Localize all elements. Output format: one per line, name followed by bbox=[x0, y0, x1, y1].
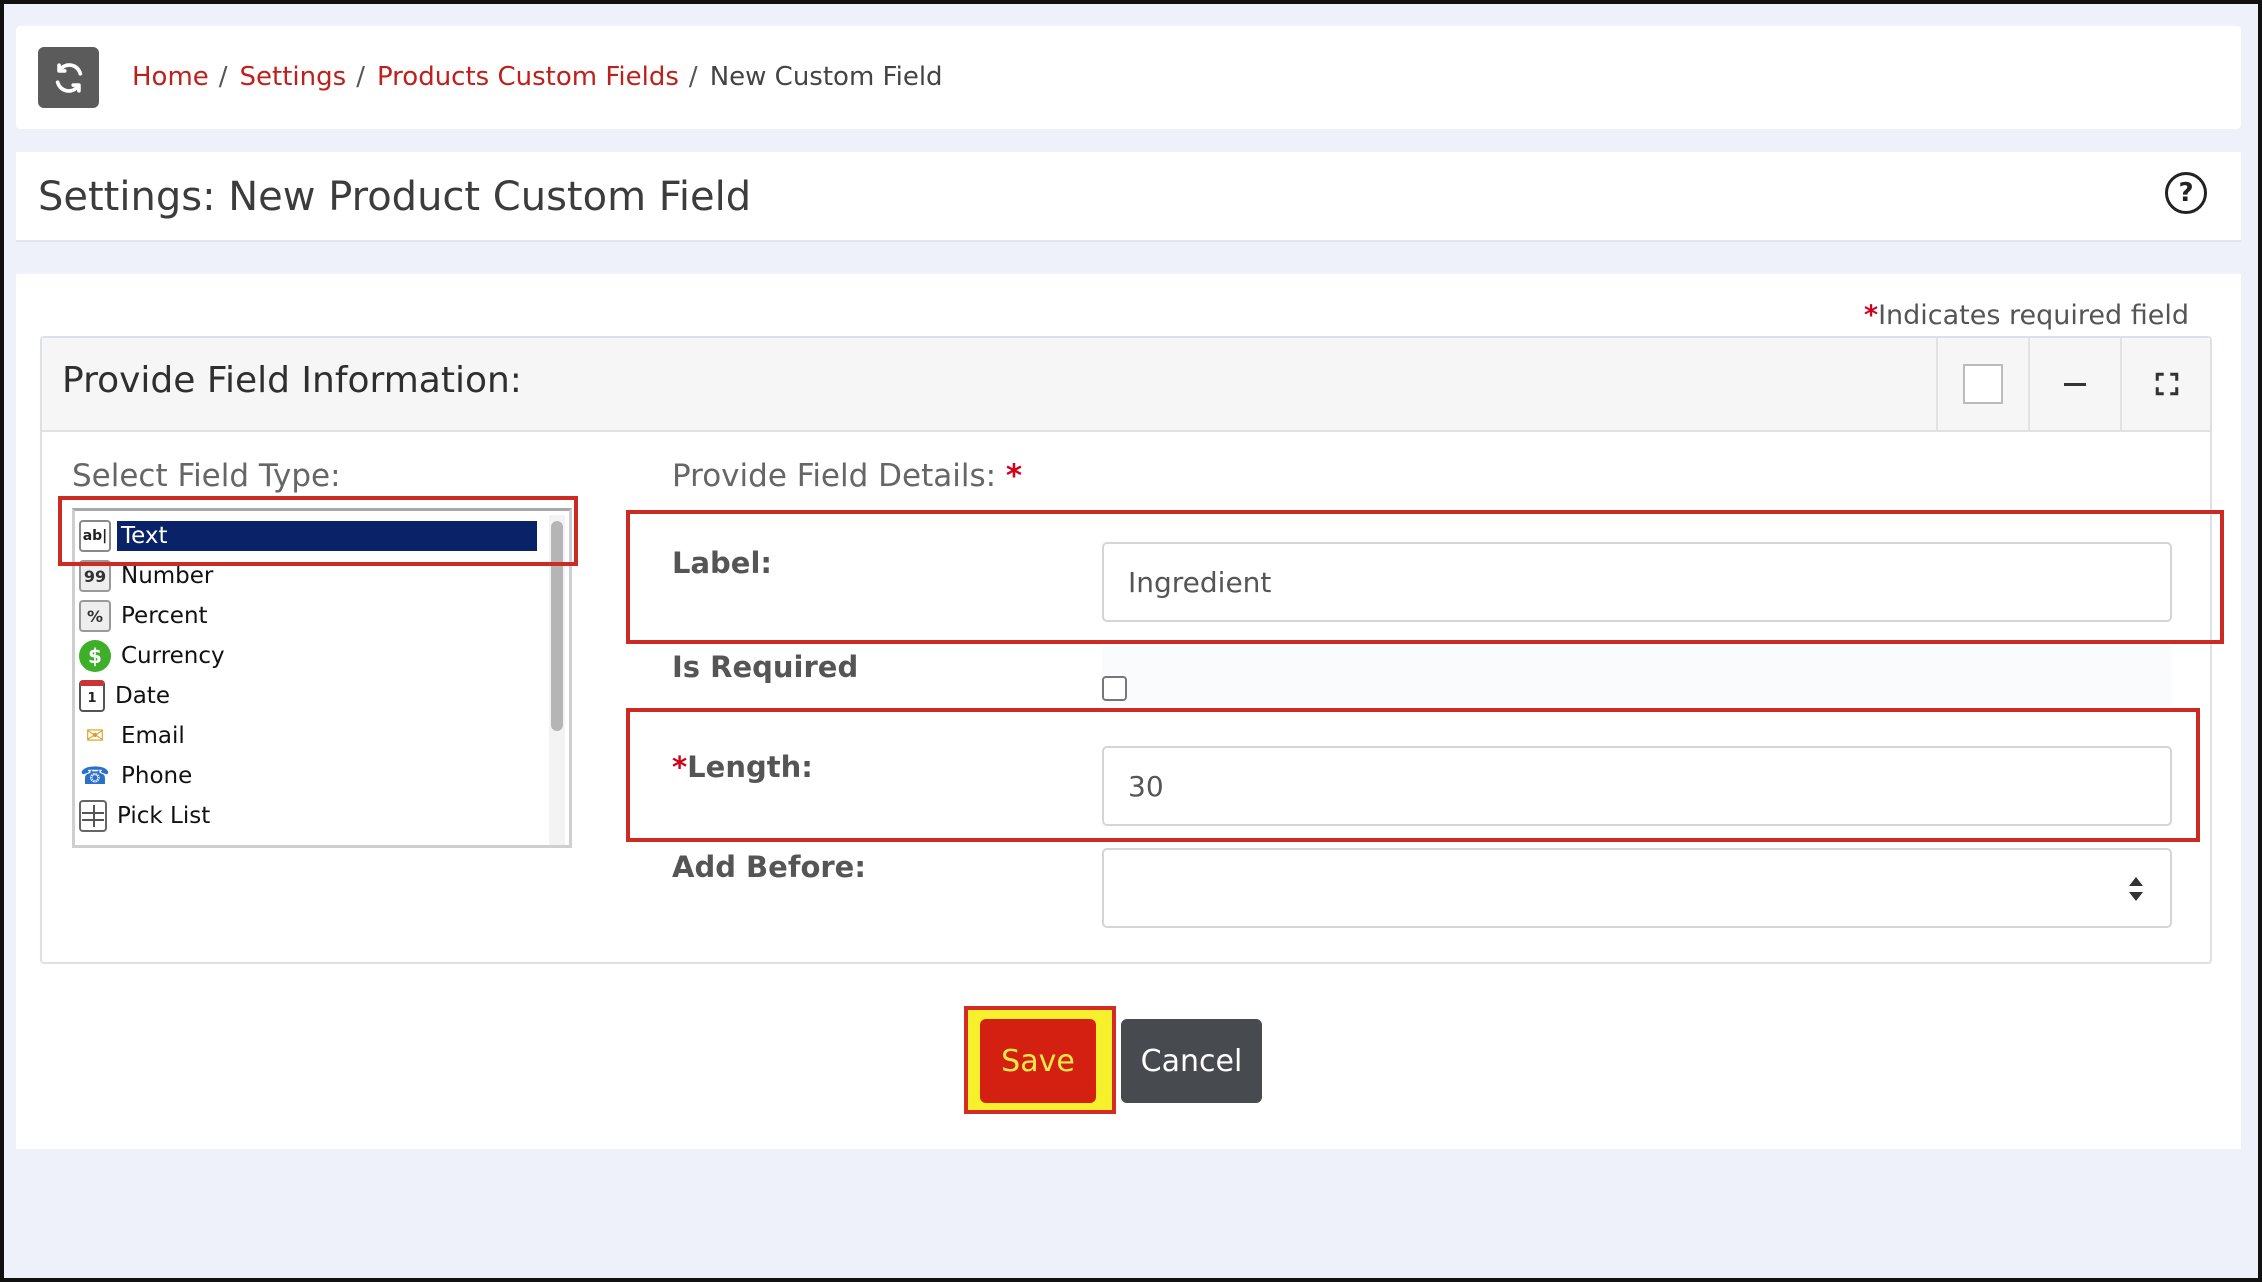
field-type-currency[interactable]: $ Currency bbox=[79, 637, 229, 675]
add-before-select[interactable] bbox=[1102, 848, 2172, 928]
details-label-text: Provide Field Details: bbox=[672, 458, 997, 494]
save-button[interactable]: Save bbox=[980, 1019, 1096, 1103]
is-required-row bbox=[1102, 646, 2172, 706]
select-arrows-icon bbox=[2129, 877, 2143, 901]
is-required-label: Is Required bbox=[672, 650, 859, 684]
breadcrumb-separator: / bbox=[688, 62, 698, 92]
panel-title: Provide Field Information: bbox=[62, 360, 522, 401]
breadcrumb: Home / Settings / Products Custom Fields… bbox=[132, 62, 943, 92]
panel-select-toggle[interactable] bbox=[1936, 338, 2028, 430]
list-item-label: Pick List bbox=[117, 803, 211, 829]
highlight-box bbox=[626, 708, 2200, 842]
field-info-panel: Provide Field Information: Select Field … bbox=[40, 336, 2224, 964]
required-star: * bbox=[1863, 300, 1879, 331]
required-star: * bbox=[1005, 458, 1023, 494]
field-type-date[interactable]: 1 Date bbox=[79, 677, 174, 715]
pick-list-icon bbox=[79, 800, 107, 832]
field-type-label: Select Field Type: bbox=[72, 458, 341, 494]
breadcrumb-current: New Custom Field bbox=[709, 62, 943, 92]
cancel-button[interactable]: Cancel bbox=[1121, 1019, 1262, 1103]
title-bar: Settings: New Product Custom Field ? bbox=[16, 152, 2241, 242]
add-before-label: Add Before: bbox=[672, 850, 866, 884]
panel-fullscreen-button[interactable] bbox=[2120, 338, 2212, 430]
breadcrumb-separator: / bbox=[218, 62, 228, 92]
panel-minimize-button[interactable] bbox=[2028, 338, 2120, 430]
checkbox-icon bbox=[1963, 364, 2003, 404]
main-card: *Indicates required field Provide Field … bbox=[16, 274, 2241, 1149]
refresh-icon bbox=[55, 62, 82, 93]
breadcrumb-products-custom-fields[interactable]: Products Custom Fields bbox=[377, 62, 679, 92]
is-required-checkbox[interactable] bbox=[1102, 676, 1127, 701]
details-label: Provide Field Details: * bbox=[672, 458, 1022, 494]
required-note-text: Indicates required field bbox=[1878, 300, 2189, 331]
field-type-percent[interactable]: % Percent bbox=[79, 597, 212, 635]
required-note: *Indicates required field bbox=[1864, 300, 2189, 331]
highlight-box bbox=[58, 496, 578, 566]
phone-icon: ☎ bbox=[80, 762, 110, 790]
refresh-button[interactable] bbox=[38, 47, 99, 108]
list-item-label: Email bbox=[121, 723, 185, 749]
list-item-label: Date bbox=[115, 683, 170, 709]
list-item-label: Currency bbox=[121, 643, 225, 669]
page-title: Settings: New Product Custom Field bbox=[38, 174, 752, 220]
list-item-label: Percent bbox=[121, 603, 208, 629]
field-type-email[interactable]: ✉ Email bbox=[79, 717, 189, 755]
minus-icon bbox=[2064, 382, 2086, 386]
email-icon: ✉ bbox=[85, 723, 105, 749]
breadcrumb-bar: Home / Settings / Products Custom Fields… bbox=[16, 26, 2241, 129]
field-type-phone[interactable]: ☎ Phone bbox=[79, 757, 196, 795]
highlight-box bbox=[626, 510, 2224, 644]
breadcrumb-separator: / bbox=[356, 62, 365, 92]
help-icon[interactable]: ? bbox=[2165, 172, 2207, 214]
currency-icon: $ bbox=[79, 640, 111, 672]
calendar-icon: 1 bbox=[79, 680, 105, 712]
percent-icon: % bbox=[79, 600, 111, 632]
breadcrumb-home[interactable]: Home bbox=[132, 62, 209, 92]
breadcrumb-settings[interactable]: Settings bbox=[240, 62, 347, 92]
field-type-pick-list[interactable]: Pick List bbox=[79, 797, 214, 835]
panel-header: Provide Field Information: bbox=[42, 338, 2210, 432]
list-item-label: Phone bbox=[121, 763, 193, 789]
expand-icon bbox=[2155, 372, 2179, 396]
